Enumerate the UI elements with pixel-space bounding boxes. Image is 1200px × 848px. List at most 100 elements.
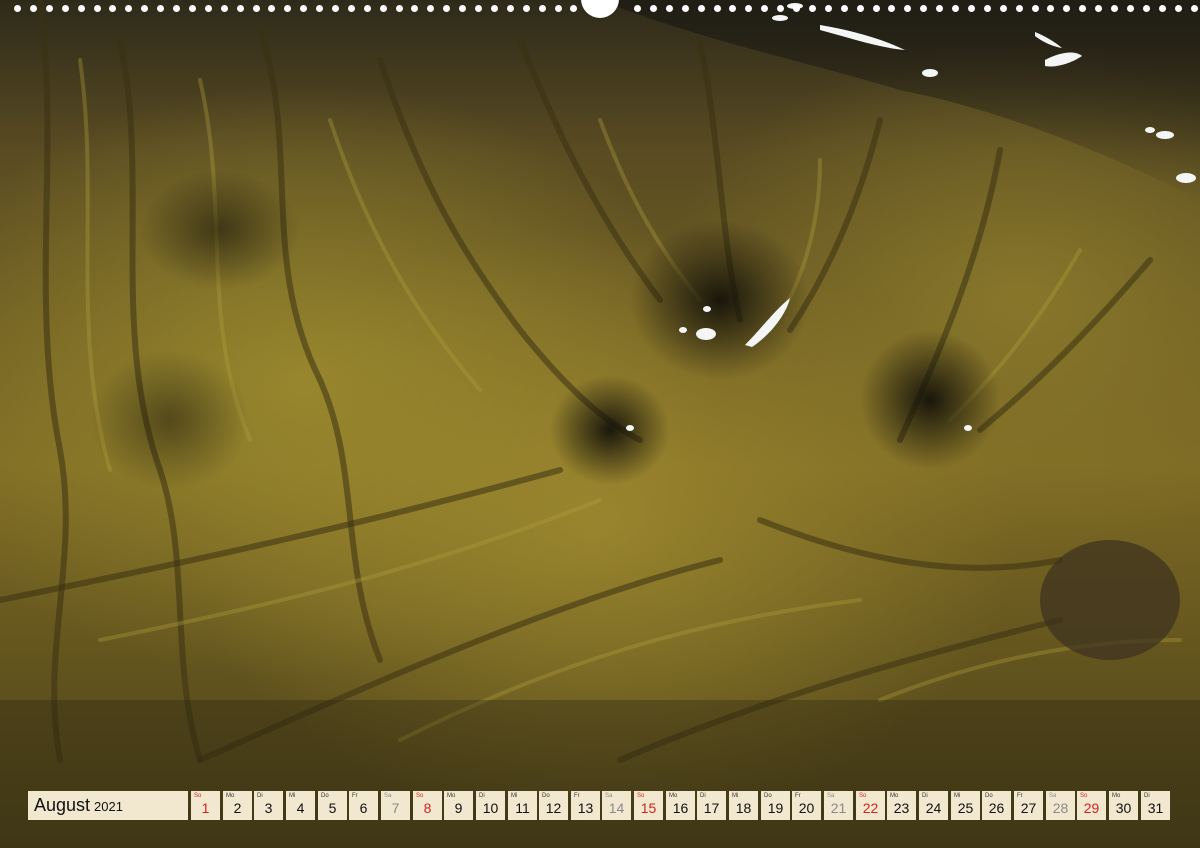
day-cell: Fr 6	[349, 791, 378, 820]
day-of-week: Do	[542, 793, 550, 799]
day-number: 29	[1083, 800, 1100, 816]
day-number: 24	[925, 800, 942, 816]
binding-hole	[14, 5, 21, 12]
day-number: 14	[608, 800, 625, 816]
month-name: August	[34, 795, 91, 815]
day-number: 15	[640, 800, 657, 816]
binding-hole	[141, 5, 148, 12]
binding-hole	[873, 5, 880, 12]
day-cell: Fr 20	[792, 791, 821, 820]
day-cell: Sa 28	[1046, 791, 1075, 820]
binding-hole	[920, 5, 927, 12]
binding-hole	[411, 5, 418, 12]
binding-hole	[841, 5, 848, 12]
day-cell: Mo 9	[444, 791, 473, 820]
binding-hole	[1063, 5, 1070, 12]
binding-hole	[1000, 5, 1007, 12]
binding-hole	[94, 5, 101, 12]
day-cell: Do 19	[761, 791, 790, 820]
binding-hole	[380, 5, 387, 12]
binding-hole	[650, 5, 657, 12]
binding-hole	[427, 5, 434, 12]
binding-hole	[793, 5, 800, 12]
binding-hole	[1095, 5, 1102, 12]
binding-hole	[777, 5, 784, 12]
day-number: 2	[233, 800, 242, 816]
binding-hole	[952, 5, 959, 12]
binding-hole	[1159, 5, 1166, 12]
binding-hole	[1016, 5, 1023, 12]
binding-hole	[109, 5, 116, 12]
day-of-week: So	[194, 793, 202, 799]
binding-hole	[46, 5, 53, 12]
binding-hole	[1079, 5, 1086, 12]
binding-hole	[539, 5, 546, 12]
day-of-week: Di	[1144, 793, 1150, 799]
day-of-week: Do	[321, 793, 329, 799]
binding-hole	[904, 5, 911, 12]
day-number: 28	[1052, 800, 1069, 816]
binding-hole	[205, 5, 212, 12]
binding-hole	[825, 5, 832, 12]
day-cell: Fr 13	[571, 791, 600, 820]
binding-hole	[714, 5, 721, 12]
day-of-week: Di	[700, 793, 706, 799]
binding-hole	[396, 5, 403, 12]
binding-hole	[364, 5, 371, 12]
day-of-week: Sa	[827, 793, 835, 799]
day-of-week: Fr	[574, 793, 580, 799]
day-cell: So 8	[413, 791, 442, 820]
day-of-week: Mo	[669, 793, 678, 799]
binding-hole	[1191, 5, 1198, 12]
day-number: 4	[296, 800, 305, 816]
day-cell: Di 10	[476, 791, 505, 820]
day-number: 26	[988, 800, 1005, 816]
day-number: 1	[201, 800, 210, 816]
binding-hole	[30, 5, 37, 12]
day-number: 9	[454, 800, 463, 816]
day-of-week: Mo	[226, 793, 235, 799]
day-cell: Sa 14	[602, 791, 631, 820]
day-cell: Di 17	[697, 791, 726, 820]
binding-hole	[173, 5, 180, 12]
binding-hole	[253, 5, 260, 12]
binding-hole	[459, 5, 466, 12]
binding-hole	[698, 5, 705, 12]
day-of-week: Sa	[1049, 793, 1057, 799]
day-number: 30	[1115, 800, 1132, 816]
day-cell: Mo 30	[1109, 791, 1138, 820]
day-of-week: Mo	[1112, 793, 1121, 799]
day-number: 5	[328, 800, 337, 816]
day-of-week: Sa	[384, 793, 392, 799]
day-cell: Do 12	[539, 791, 568, 820]
day-number: 31	[1147, 800, 1164, 816]
binding-hole	[332, 5, 339, 12]
day-number: 3	[264, 800, 273, 816]
day-cell: Di 31	[1141, 791, 1170, 820]
binding-hole	[570, 5, 577, 12]
day-of-week: So	[637, 793, 645, 799]
day-of-week: Di	[257, 793, 263, 799]
day-cell: So 15	[634, 791, 663, 820]
binding-hole	[555, 5, 562, 12]
day-cell: So 1	[191, 791, 220, 820]
day-of-week: Mi	[732, 793, 739, 799]
day-cell: Mo 16	[666, 791, 695, 820]
binding-hole	[237, 5, 244, 12]
day-number: 25	[957, 800, 974, 816]
day-of-week: Mi	[954, 793, 961, 799]
binding-hole	[189, 5, 196, 12]
binding-hole	[857, 5, 864, 12]
binding-hole	[491, 5, 498, 12]
binding-hole	[1175, 5, 1182, 12]
binding-hole	[443, 5, 450, 12]
day-of-week: Do	[764, 793, 772, 799]
binding-hole	[268, 5, 275, 12]
binding-hole	[936, 5, 943, 12]
binding-hole	[809, 5, 816, 12]
binding-hole	[316, 5, 323, 12]
binding-hole	[1032, 5, 1039, 12]
day-of-week: Mi	[511, 793, 518, 799]
day-cell: So 29	[1077, 791, 1106, 820]
binding-hole	[666, 5, 673, 12]
